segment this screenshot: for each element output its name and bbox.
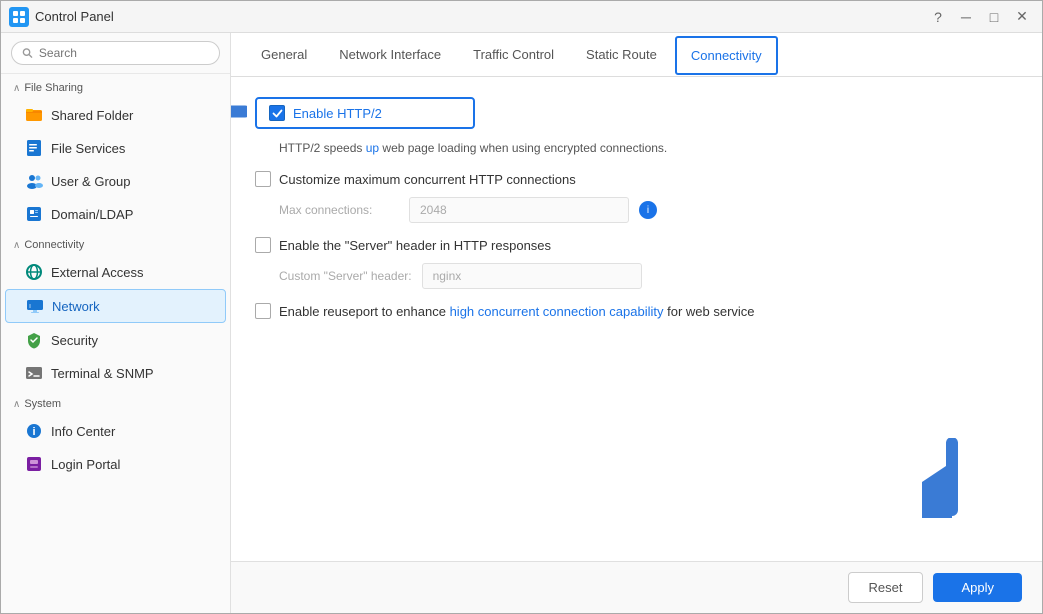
- sidebar-item-security[interactable]: Security: [5, 324, 226, 356]
- max-connections-row: Max connections: i: [279, 197, 1018, 223]
- sidebar: ∧ File Sharing Shared Folder File Servic…: [1, 33, 231, 613]
- tab-traffic-control[interactable]: Traffic Control: [459, 37, 568, 74]
- system-header[interactable]: ∧ System: [1, 390, 230, 414]
- enable-http2-checkbox[interactable]: [269, 105, 285, 121]
- maximize-button[interactable]: □: [982, 5, 1006, 29]
- folder-icon: [25, 106, 43, 124]
- apply-button[interactable]: Apply: [933, 573, 1022, 602]
- sidebar-item-file-services[interactable]: File Services: [5, 132, 226, 164]
- user-group-label: User & Group: [51, 174, 130, 189]
- sidebar-item-info-center[interactable]: i Info Center: [5, 415, 226, 447]
- file-services-icon: [25, 139, 43, 157]
- customize-max-checkbox[interactable]: [255, 171, 271, 187]
- terminal-icon: [25, 364, 43, 382]
- server-header-row: Enable the "Server" header in HTTP respo…: [255, 237, 1018, 253]
- custom-server-header-input[interactable]: [422, 263, 642, 289]
- login-portal-label: Login Portal: [51, 457, 120, 472]
- enable-http2-label[interactable]: Enable HTTP/2: [293, 106, 382, 121]
- server-header-checkbox[interactable]: [255, 237, 271, 253]
- custom-server-header-label: Custom "Server" header:: [279, 269, 412, 283]
- sidebar-item-external-access[interactable]: External Access: [5, 256, 226, 288]
- sidebar-section-system: ∧ System i Info Center Login Portal: [1, 390, 230, 481]
- sidebar-item-shared-folder[interactable]: Shared Folder: [5, 99, 226, 131]
- main-layout: ∧ File Sharing Shared Folder File Servic…: [1, 33, 1042, 613]
- chevron-icon: ∧: [13, 83, 20, 94]
- tab-connectivity[interactable]: Connectivity: [675, 36, 778, 75]
- reset-button[interactable]: Reset: [848, 572, 924, 603]
- title-bar: Control Panel ? ─ □ ✕: [1, 1, 1042, 33]
- highlight-up: up: [366, 141, 379, 155]
- chevron-icon: ∧: [13, 399, 20, 410]
- security-label: Security: [51, 333, 98, 348]
- search-input[interactable]: [39, 46, 209, 60]
- domain-icon: [25, 205, 43, 223]
- sidebar-section-connectivity: ∧ Connectivity External Access Network: [1, 231, 230, 390]
- info-center-icon: i: [25, 422, 43, 440]
- sidebar-item-domain-ldap[interactable]: Domain/LDAP: [5, 198, 226, 230]
- reuseport-label[interactable]: Enable reuseport to enhance high concurr…: [279, 304, 755, 319]
- max-connections-input[interactable]: [409, 197, 629, 223]
- http2-description: HTTP/2 speeds up web page loading when u…: [279, 139, 1018, 157]
- sidebar-item-terminal-snmp[interactable]: Terminal & SNMP: [5, 357, 226, 389]
- connectivity-label: Connectivity: [24, 239, 84, 251]
- sidebar-search-container: [1, 33, 230, 74]
- control-panel-window: Control Panel ? ─ □ ✕: [0, 0, 1043, 614]
- sidebar-item-user-group[interactable]: User & Group: [5, 165, 226, 197]
- info-center-label: Info Center: [51, 424, 115, 439]
- file-sharing-header[interactable]: ∧ File Sharing: [1, 74, 230, 98]
- sidebar-item-network[interactable]: Network: [5, 289, 226, 323]
- network-label: Network: [52, 299, 100, 314]
- footer: Reset Apply: [231, 561, 1042, 613]
- domain-ldap-label: Domain/LDAP: [51, 207, 133, 222]
- reuseport-row: Enable reuseport to enhance high concurr…: [255, 303, 1018, 319]
- window-title: Control Panel: [35, 9, 926, 24]
- security-icon: [25, 331, 43, 349]
- system-label: System: [24, 398, 61, 410]
- custom-server-header-row: Custom "Server" header:: [279, 263, 1018, 289]
- connectivity-header[interactable]: ∧ Connectivity: [1, 231, 230, 255]
- minimize-button[interactable]: ─: [954, 5, 978, 29]
- search-box[interactable]: [11, 41, 220, 65]
- tab-network-interface[interactable]: Network Interface: [325, 37, 455, 74]
- info-icon[interactable]: i: [639, 201, 657, 219]
- help-button[interactable]: ?: [926, 5, 950, 29]
- customize-max-row: Customize maximum concurrent HTTP connec…: [255, 171, 1018, 187]
- tab-general[interactable]: General: [247, 37, 321, 74]
- max-connections-label: Max connections:: [279, 203, 399, 217]
- file-services-label: File Services: [51, 141, 125, 156]
- external-access-label: External Access: [51, 265, 144, 280]
- file-sharing-label: File Sharing: [24, 82, 83, 94]
- close-button[interactable]: ✕: [1010, 5, 1034, 29]
- tab-static-route[interactable]: Static Route: [572, 37, 671, 74]
- search-icon: [22, 47, 33, 59]
- content-body: Enable HTTP/2: [231, 77, 1042, 561]
- server-header-label[interactable]: Enable the "Server" header in HTTP respo…: [279, 238, 551, 253]
- terminal-snmp-label: Terminal & SNMP: [51, 366, 154, 381]
- app-icon: [9, 7, 29, 27]
- shared-folder-label: Shared Folder: [51, 108, 133, 123]
- external-access-icon: [25, 263, 43, 281]
- customize-max-label[interactable]: Customize maximum concurrent HTTP connec…: [279, 172, 576, 187]
- sidebar-item-login-portal[interactable]: Login Portal: [5, 448, 226, 480]
- window-controls: ? ─ □ ✕: [926, 5, 1034, 29]
- content-area: General Network Interface Traffic Contro…: [231, 33, 1042, 613]
- user-group-icon: [25, 172, 43, 190]
- chevron-icon: ∧: [13, 240, 20, 251]
- svg-text:i: i: [32, 426, 35, 438]
- tab-bar: General Network Interface Traffic Contro…: [231, 33, 1042, 77]
- reuseport-checkbox[interactable]: [255, 303, 271, 319]
- sidebar-section-file-sharing: ∧ File Sharing Shared Folder File Servic…: [1, 74, 230, 231]
- login-portal-icon: [25, 455, 43, 473]
- arrow-annotation-left: [231, 94, 247, 133]
- network-icon: [26, 297, 44, 315]
- arrow-annotation-apply: [922, 438, 982, 521]
